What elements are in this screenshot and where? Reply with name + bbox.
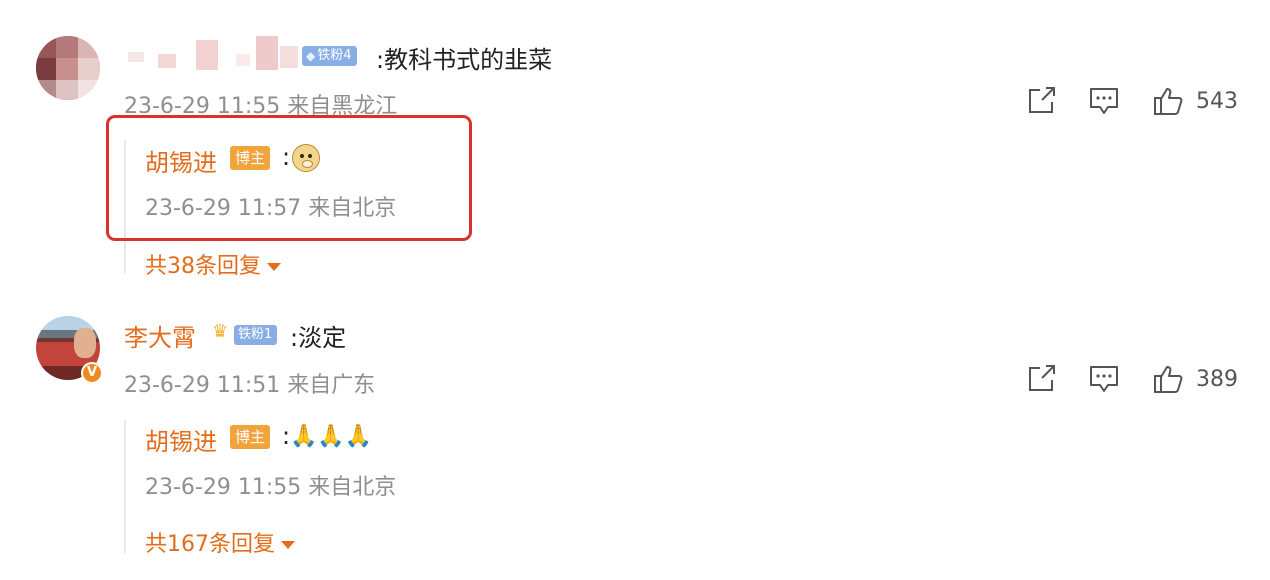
share-icon[interactable] — [1026, 86, 1058, 116]
comment-time: 23-6-29 11:51 来自广东 — [124, 373, 376, 398]
comment-icon[interactable] — [1088, 86, 1120, 116]
crown-icon: ♛ — [212, 321, 229, 342]
reply-divider — [124, 420, 126, 553]
comment-username[interactable]: 李大霄 — [124, 318, 196, 353]
like-count: 389 — [1196, 367, 1238, 392]
like-icon[interactable] — [1152, 364, 1184, 394]
reply-time: 23-6-29 11:55 来自北京 — [145, 475, 397, 500]
diamond-icon: ◆ — [306, 49, 316, 63]
comment-icon[interactable] — [1088, 364, 1120, 394]
pray-emoji-icon: 🙏🙏🙏 — [290, 424, 373, 449]
fan-badge: ◆ 铁粉4 — [302, 46, 357, 66]
comment-text: :淡定 — [290, 324, 347, 352]
share-icon[interactable] — [1026, 364, 1058, 394]
owner-badge: 博主 — [230, 425, 271, 449]
comment-text: :教科书式的韭菜 — [376, 46, 553, 74]
more-replies-link[interactable]: 共38条回复 — [145, 248, 281, 280]
like-icon[interactable] — [1152, 86, 1184, 116]
like-count: 543 — [1196, 89, 1238, 114]
highlight-box — [106, 115, 472, 241]
caret-down-icon — [267, 263, 281, 271]
reply-username[interactable]: 胡锡进 — [145, 422, 217, 457]
verified-badge-icon: V — [81, 362, 103, 384]
username-blurred[interactable] — [122, 36, 302, 76]
caret-down-icon — [281, 541, 295, 549]
reply-text: : — [282, 422, 291, 450]
more-replies-link[interactable]: 共167条回复 — [145, 526, 295, 558]
fan-badge: 铁粉1 — [234, 325, 278, 345]
avatar[interactable] — [36, 36, 100, 100]
